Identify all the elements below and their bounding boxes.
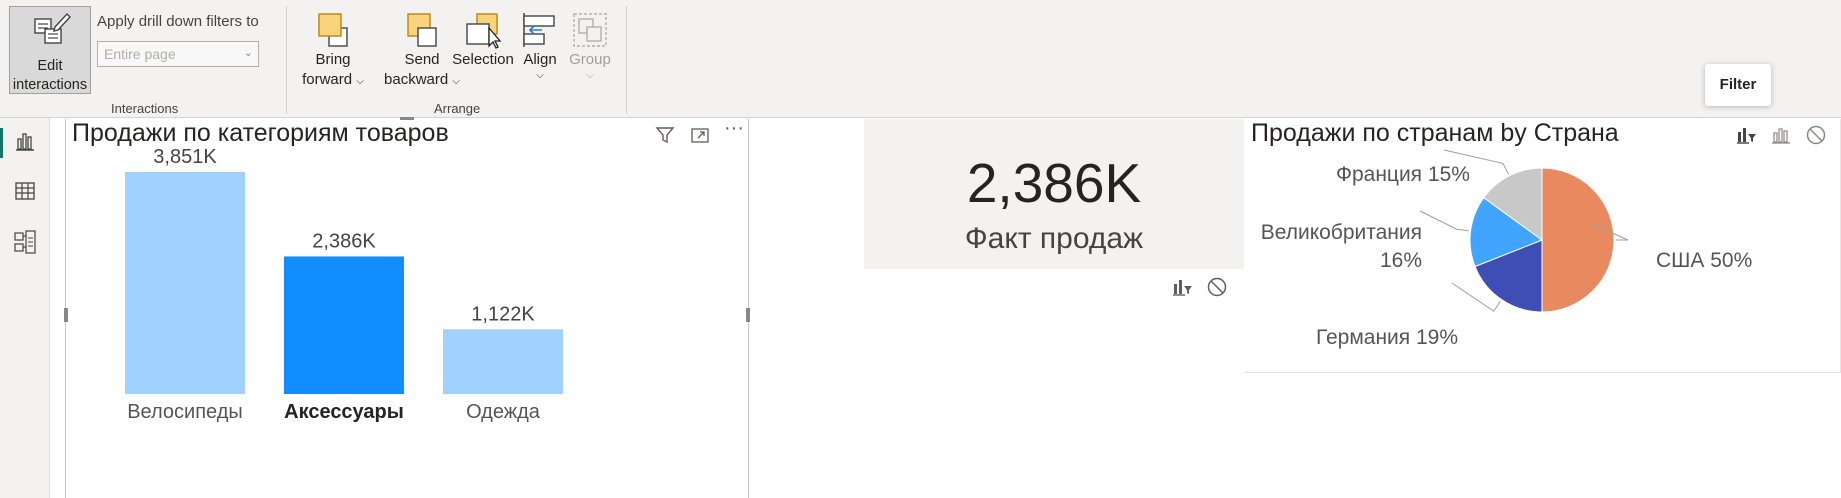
pie-label-usa: США 50% [1656, 249, 1753, 272]
ribbon-divider [626, 6, 627, 114]
chevron-down-icon: ⌵ [536, 70, 544, 81]
pie-leader-line [1419, 210, 1469, 232]
filter-interaction-icon[interactable] [1171, 276, 1193, 298]
bar-data-label: 2,386K [312, 230, 376, 252]
ribbon-divider [286, 6, 287, 114]
category-tick-label[interactable]: Велосипеды [127, 401, 243, 423]
bar-chart-plot: 3,851K Велосипеды 2,386K Аксессуары 1,122K Од… [125, 146, 563, 423]
group-label: Group [569, 51, 611, 68]
bring-forward-icon [318, 13, 348, 47]
selection-button[interactable]: Selection [450, 10, 516, 70]
pie-label-uk: Великобритания 16% [1260, 221, 1422, 272]
selection-label: Selection [452, 51, 514, 68]
send-backward-line2-wrap: backward ⌵ [384, 70, 460, 92]
data-view-icon[interactable] [14, 180, 36, 202]
align-button[interactable]: Align ⌵ [518, 10, 562, 82]
drill-filter-label: Apply drill down filters to [97, 13, 259, 30]
bar-data-label: 1,122K [471, 303, 535, 325]
edit-interactions-line2: interactions [12, 77, 88, 93]
drill-filter-select[interactable]: Entire page ⌄ [97, 41, 259, 67]
chevron-down-icon: ⌵ [452, 76, 460, 87]
selected-view-indicator [0, 128, 3, 158]
card-value: 2,386K [966, 152, 1142, 214]
pie-label-france: Франция 15% [1336, 163, 1470, 186]
edit-interactions-icon [34, 12, 71, 44]
bring-forward-line2: forward [302, 71, 353, 88]
edit-interactions-line1: Edit [37, 58, 63, 74]
bar[interactable] [443, 329, 563, 394]
pie-slice[interactable] [1541, 167, 1615, 313]
group-button[interactable]: Group ⌵ [566, 10, 614, 82]
category-tick-label[interactable]: Одежда [466, 401, 541, 423]
group-label-arrange: Arrange [434, 101, 481, 116]
resize-handle[interactable] [400, 117, 414, 120]
selection-pane-icon [466, 13, 502, 49]
card-label: Факт продаж [964, 222, 1144, 255]
chevron-down-icon: ⌵ [356, 76, 364, 87]
bar[interactable] [284, 256, 404, 394]
pie-label-germany: Германия 19% [1316, 326, 1459, 349]
report-view-icon[interactable] [14, 130, 36, 152]
chevron-down-icon: ⌄ [243, 47, 253, 59]
none-interaction-icon[interactable] [1206, 276, 1228, 298]
bring-forward-button[interactable]: Bring forward ⌵ [298, 10, 368, 92]
send-backward-line2: backward [384, 71, 449, 88]
send-backward-button[interactable]: Send backward ⌵ [384, 10, 460, 92]
model-view-icon[interactable] [14, 230, 36, 254]
bar[interactable] [125, 172, 245, 394]
bring-forward-line1: Bring [315, 51, 351, 68]
bar-data-label: 3,851K [153, 146, 217, 168]
card-visual[interactable]: 2,386K Факт продаж [864, 119, 1244, 269]
resize-handle[interactable] [64, 308, 68, 322]
drill-filter-value: Entire page [104, 46, 176, 62]
send-backward-icon [407, 13, 437, 47]
align-icon [523, 13, 555, 47]
ribbon: Edit interactions Apply drill down filte… [0, 0, 1841, 118]
send-backward-line1: Send [404, 51, 440, 68]
group-label-interactions: Interactions [111, 101, 179, 116]
chevron-down-icon: ⌵ [586, 70, 594, 81]
view-rail [0, 118, 50, 498]
align-label: Align [523, 51, 557, 68]
bar-chart-visual[interactable]: Продажи по категориям товаров ··· 3,851K… [65, 117, 749, 498]
group-icon [573, 13, 607, 47]
bring-forward-line2-wrap: forward ⌵ [298, 70, 368, 92]
category-tick-label[interactable]: Аксессуары [284, 401, 404, 423]
pie-chart-visual[interactable]: Продажи по странам by Страна США 50% Гер… [1244, 119, 1841, 373]
resize-handle[interactable] [746, 308, 750, 322]
edit-interactions-button[interactable]: Edit interactions [9, 6, 91, 94]
filter-tooltip: Filter [1705, 64, 1771, 106]
